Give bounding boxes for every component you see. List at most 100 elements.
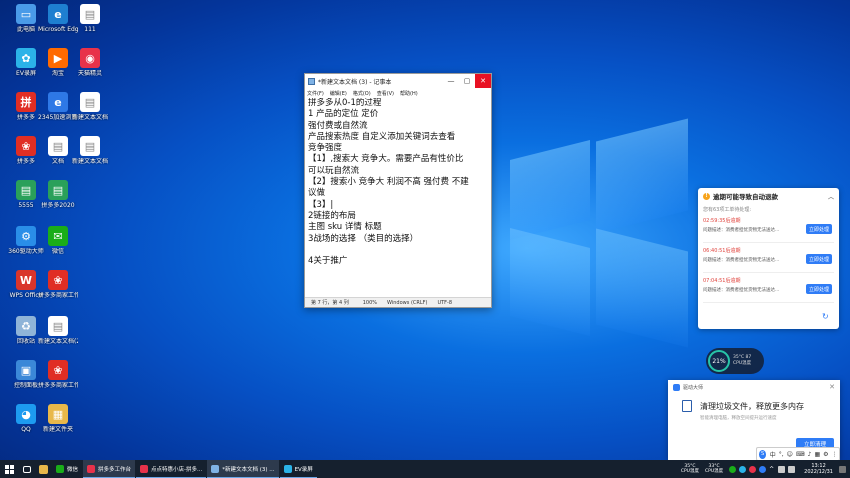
- taskbar-app[interactable]: 拼多多工作台: [83, 460, 136, 478]
- desktop-icon[interactable]: ▤ 新建文本文档: [70, 92, 110, 121]
- desktop-icon[interactable]: ▤ 新建文本文档: [70, 136, 110, 165]
- task-view-icon[interactable]: [18, 460, 35, 478]
- app-icon: ❀: [16, 136, 36, 156]
- desktop-icon-label: 拼多多商家工作台: [38, 292, 78, 299]
- overdue-time: 07:04:51后逾期: [703, 278, 741, 284]
- app-icon: ▤: [16, 180, 36, 200]
- handle-now-button[interactable]: 立即处理: [806, 254, 832, 264]
- status-line-ending: Windows (CRLF): [387, 299, 428, 306]
- notepad-line: 2链接的布局: [308, 210, 356, 221]
- notepad-window[interactable]: *新建文本文档 (3) - 记事本 — ▢ ✕ 文件(F) 编辑(E) 格式(O…: [304, 73, 492, 308]
- tray-temp-1[interactable]: 35°C CPU温度: [681, 464, 699, 475]
- desktop-icon-label: 拼多多商家工作台: [38, 382, 78, 389]
- desktop-icon[interactable]: ❀ 拼多多商家工作台: [38, 360, 78, 389]
- refresh-icon[interactable]: ↻: [822, 312, 829, 321]
- notification-subtitle: 您有63项工单待处理:: [703, 207, 752, 213]
- app-icon: ▶: [48, 48, 68, 68]
- ev-tray-icon[interactable]: [739, 465, 747, 473]
- notepad-line: 议做: [308, 188, 326, 199]
- notepad-line: 【1】,搜索大 竞争大。需要产品有性价比: [308, 154, 464, 165]
- emoji-icon[interactable]: ☺: [787, 451, 793, 458]
- sogou-icon[interactable]: S: [759, 449, 767, 459]
- more-icon[interactable]: ⋮: [832, 451, 838, 458]
- driver-tray-icon[interactable]: [759, 465, 767, 473]
- app-icon: [283, 464, 292, 473]
- menu-view[interactable]: 查看(V): [377, 90, 394, 97]
- chevron-up-icon[interactable]: ︿: [828, 192, 834, 201]
- app-icon: W: [16, 270, 36, 290]
- notepad-titlebar[interactable]: *新建文本文档 (3) - 记事本 — ▢ ✕: [305, 74, 491, 88]
- notepad-line: 3战场的选择 （类目的选择）: [308, 233, 419, 244]
- app-icon: ▤: [48, 136, 68, 156]
- app-icon: [140, 464, 149, 473]
- app-icon: e: [48, 92, 68, 112]
- notification-item: 02:59:35后逾期 问题描述：消费者担忧货物无法送达... 立即处理: [703, 217, 834, 243]
- settings-icon[interactable]: ⚙: [823, 451, 828, 458]
- menu-help[interactable]: 帮助(H): [400, 90, 418, 97]
- wechat-tray-icon[interactable]: [729, 465, 737, 473]
- desktop-icon[interactable]: ❀ 拼多多商家工作台: [38, 270, 78, 299]
- app-icon: ▤: [48, 316, 68, 336]
- handle-now-button[interactable]: 立即处理: [806, 284, 832, 294]
- notification-title: 逾期可能导致自动退款: [713, 193, 778, 201]
- wallpaper-beam: [510, 140, 590, 240]
- menu-file[interactable]: 文件(F): [307, 90, 324, 97]
- status-position: 第 7 行，第 4 列: [311, 300, 349, 306]
- tray-temp-2[interactable]: 33°C CPU温度: [705, 464, 723, 475]
- app-icon: ♻: [16, 316, 36, 336]
- ime-mode[interactable]: 中: [770, 450, 776, 459]
- notification-item: 06:40:51后逾期 问题描述：消费者担忧货物无法送达... 立即处理: [703, 247, 834, 273]
- desktop-icon[interactable]: ▦ 新建文件夹: [38, 404, 78, 433]
- app-icon: ◉: [80, 48, 100, 68]
- taskbar-app-label: 微信: [67, 467, 79, 473]
- maximize-icon[interactable]: ▢: [459, 74, 475, 88]
- notepad-text-area[interactable]: 拼多多从0-1的过程 1 产品的定位 定价 强付费或自然流 产品搜索热度 自定义添加关…: [307, 98, 489, 296]
- ime-toolbar[interactable]: S 中 °, ☺ ⌨ ♪ ▦ ⚙ ⋮: [756, 447, 840, 461]
- taskbar-app-label: 点点特惠小店-拼多...: [151, 466, 203, 473]
- desktop-icon[interactable]: ▤ 拼多多2020: [38, 180, 78, 209]
- ime-punct[interactable]: °,: [779, 451, 784, 458]
- taskbar-app[interactable]: EV录屏: [279, 460, 317, 478]
- system-tray: 35°C CPU温度 33°C CPU温度 ^ 13:12 2022/12/31: [681, 460, 850, 478]
- cpu-widget[interactable]: 21% 35°C 87 CPU温度: [706, 348, 764, 374]
- close-icon[interactable]: ✕: [829, 383, 835, 391]
- volume-icon[interactable]: [788, 465, 796, 473]
- overdue-time: 06:40:51后逾期: [703, 248, 741, 254]
- pdd-tray-icon[interactable]: [749, 465, 757, 473]
- start-button[interactable]: [0, 460, 18, 478]
- menu-edit[interactable]: 编辑(E): [330, 90, 347, 97]
- menu-format[interactable]: 格式(O): [353, 90, 371, 97]
- notepad-line: 拼多多从0-1的过程: [308, 98, 382, 108]
- notepad-icon: [308, 77, 315, 85]
- clock[interactable]: 13:12 2022/12/31: [804, 463, 833, 475]
- wallpaper-beam: [510, 228, 590, 336]
- taskbar-app[interactable]: 点点特惠小店-拼多...: [136, 460, 207, 478]
- taskbar-app[interactable]: 微信: [52, 460, 82, 478]
- app-icon: ❀: [48, 270, 68, 290]
- grid-icon[interactable]: ▦: [814, 451, 820, 458]
- voice-icon[interactable]: ♪: [808, 451, 812, 458]
- desktop-icon[interactable]: ▤ 新建文本文档(2): [38, 316, 78, 345]
- desktop-icon-label: 天猫精灵: [77, 70, 102, 77]
- network-icon[interactable]: [778, 465, 786, 473]
- file-explorer-icon[interactable]: [35, 460, 52, 478]
- status-zoom: 100%: [362, 299, 378, 306]
- handle-now-button[interactable]: 立即处理: [806, 224, 832, 234]
- notepad-line: 1 产品的定位 定价: [308, 109, 379, 120]
- desktop-icon[interactable]: ▤ 111: [70, 4, 110, 33]
- desktop-icon[interactable]: ✉ 微信: [38, 226, 78, 255]
- notification-center-icon[interactable]: [839, 465, 846, 473]
- notepad-line: 4关于推广: [308, 256, 348, 267]
- notepad-line: 强付费或自然流: [308, 120, 368, 131]
- close-icon[interactable]: ✕: [475, 74, 491, 88]
- windows-icon: [4, 464, 14, 474]
- document-icon: [682, 400, 692, 412]
- status-encoding: UTF-8: [437, 299, 453, 306]
- keyboard-icon[interactable]: ⌨: [796, 451, 805, 458]
- minimize-icon[interactable]: —: [443, 74, 459, 88]
- taskbar-app[interactable]: *新建文本文档 (3) ...: [207, 460, 279, 478]
- desktop-icon[interactable]: ◉ 天猫精灵: [70, 48, 110, 77]
- clock-date: 2022/12/31: [804, 469, 833, 475]
- chevron-up-icon[interactable]: ^: [769, 466, 774, 473]
- notepad-statusbar: 第 7 行，第 4 列 100% Windows (CRLF) UTF-8: [305, 297, 491, 307]
